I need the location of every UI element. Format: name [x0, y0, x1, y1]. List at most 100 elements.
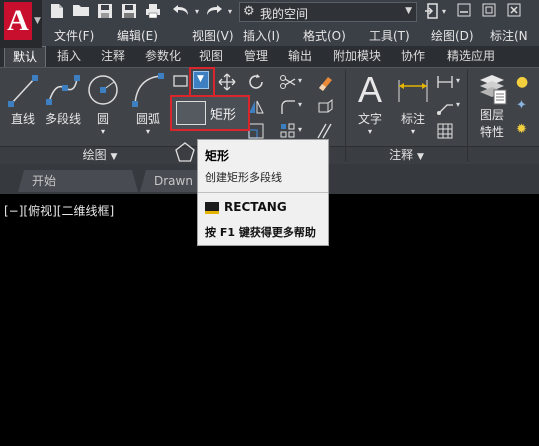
- circle-icon: [88, 75, 118, 105]
- redo-dropdown-icon[interactable]: ▾: [226, 3, 234, 21]
- layer-properties-button[interactable]: 图层 特性: [472, 72, 512, 140]
- rectangle-icon: [176, 101, 206, 125]
- tab-annotate[interactable]: 注释: [94, 46, 132, 67]
- fillet-icon[interactable]: [279, 98, 297, 116]
- workspace-dropdown[interactable]: ⚙ 我的空间 ▼: [239, 2, 417, 22]
- fillet-dropdown-icon[interactable]: ▾: [298, 100, 302, 109]
- menu-format[interactable]: 格式(O): [303, 27, 346, 44]
- tooltip: 矩形 创建矩形多段线 RECTANG 按 F1 键获得更多帮助: [197, 139, 329, 246]
- restore-icon[interactable]: [480, 3, 498, 21]
- tab-addins[interactable]: 附加模块: [326, 46, 388, 67]
- circle-button[interactable]: 圆 ▾: [86, 72, 120, 136]
- undo-icon[interactable]: [170, 3, 192, 21]
- menu-file[interactable]: 文件(F): [54, 27, 94, 44]
- undo-dropdown-icon[interactable]: ▾: [193, 3, 201, 21]
- share-icon[interactable]: [422, 3, 440, 21]
- arc-button[interactable]: 圆弧 ▾: [128, 72, 168, 136]
- tab-manage[interactable]: 管理: [237, 46, 275, 67]
- trim-dropdown-icon[interactable]: ▾: [298, 76, 302, 85]
- menu-insert[interactable]: 插入(I): [243, 27, 280, 44]
- menu-view[interactable]: 视图(V): [192, 27, 234, 44]
- layers-icon: [480, 75, 507, 105]
- chevron-down-icon[interactable]: ▾: [394, 127, 432, 136]
- leader-dropdown-icon[interactable]: ▾: [456, 100, 460, 109]
- linear-dimension-dropdown-icon[interactable]: ▾: [456, 76, 460, 85]
- draw-panel-footer[interactable]: 绘图 ▼: [0, 146, 200, 164]
- redo-icon[interactable]: [203, 3, 225, 21]
- layers-panel-footer[interactable]: [468, 146, 539, 164]
- layer-state-icon[interactable]: ✦: [516, 98, 527, 113]
- tab-view[interactable]: 视图: [193, 46, 229, 67]
- table-icon[interactable]: [436, 122, 454, 140]
- new-file-icon[interactable]: [48, 3, 66, 21]
- polygon-icon[interactable]: [172, 140, 198, 166]
- trim-icon[interactable]: [279, 73, 297, 91]
- array-icon[interactable]: [279, 122, 297, 140]
- print-icon[interactable]: [144, 3, 162, 21]
- tab-parametric[interactable]: 参数化: [138, 46, 188, 67]
- tooltip-help: 按 F1 键获得更多帮助: [205, 226, 316, 239]
- tooltip-title: 矩形: [205, 149, 230, 163]
- tab-featured-apps[interactable]: 精选应用: [440, 46, 502, 67]
- layer-freeze-icon[interactable]: ✹: [516, 122, 527, 137]
- explode-icon[interactable]: [316, 98, 334, 116]
- chevron-down-icon[interactable]: ▾: [128, 127, 168, 136]
- tab-start[interactable]: 开始: [18, 170, 138, 192]
- chevron-down-icon[interactable]: ▾: [352, 127, 388, 136]
- minimize-icon[interactable]: [455, 3, 473, 21]
- menu-edit[interactable]: 编辑(E): [117, 27, 158, 44]
- chevron-down-icon: ▼: [34, 16, 41, 26]
- polyline-button[interactable]: 多段线: [42, 72, 84, 127]
- tooltip-divider: [198, 192, 328, 193]
- arc-icon: [132, 73, 164, 107]
- line-button[interactable]: 直线: [6, 72, 40, 127]
- tab-collaborate[interactable]: 协作: [394, 46, 432, 67]
- command-line-icon: [205, 202, 219, 214]
- title-bar: ▾ ▾ ⚙ 我的空间 ▼ ▾: [0, 0, 539, 24]
- leader-icon[interactable]: [436, 98, 454, 116]
- tooltip-description: 创建矩形多段线: [205, 171, 282, 184]
- lightbulb-icon[interactable]: ●: [516, 74, 528, 90]
- annotation-panel-footer[interactable]: 注释 ▼: [346, 146, 467, 164]
- text-button[interactable]: A 文字 ▾: [352, 69, 388, 137]
- chevron-down-icon: ▼: [405, 6, 412, 16]
- tooltip-command: RECTANG: [224, 200, 287, 214]
- application-menu-button[interactable]: A ▼: [0, 0, 42, 48]
- offset-icon[interactable]: [316, 122, 334, 140]
- save-icon[interactable]: [96, 3, 114, 21]
- dimension-icon: [398, 80, 428, 102]
- rectangle-flyout-label: 矩形: [210, 108, 237, 123]
- move-icon[interactable]: [218, 73, 236, 91]
- tab-default[interactable]: 默认: [4, 46, 46, 67]
- menu-draw[interactable]: 绘图(D): [431, 27, 474, 44]
- linear-dimension-icon[interactable]: [436, 73, 454, 91]
- menu-bar: 文件(F) 编辑(E) 视图(V) 插入(I) 格式(O) 工具(T) 绘图(D…: [42, 24, 539, 46]
- save-as-icon[interactable]: [120, 3, 138, 21]
- text-a-icon: A: [357, 69, 382, 110]
- line-icon: [8, 75, 38, 107]
- dimension-button[interactable]: 标注 ▾: [394, 72, 432, 136]
- chevron-down-icon[interactable]: ▾: [86, 127, 120, 136]
- viewport-controls-label[interactable]: [−][俯视][二维线框]: [4, 202, 114, 219]
- workspace-label: 我的空间: [260, 7, 309, 21]
- rectangle-flyout-item[interactable]: 矩形: [170, 95, 250, 131]
- rotate-icon[interactable]: [247, 73, 265, 91]
- modify-panel-footer[interactable]: [330, 146, 345, 164]
- polyline-icon: [46, 75, 80, 105]
- erase-icon[interactable]: [316, 73, 334, 91]
- gear-icon: ⚙: [243, 4, 255, 19]
- autocad-logo-icon: A: [4, 2, 32, 40]
- chevron-down-icon: ▼: [416, 152, 424, 162]
- tab-insert[interactable]: 插入: [50, 46, 88, 67]
- ribbon-tab-bar: 默认 插入 注释 参数化 视图 管理 输出 附加模块 协作 精选应用: [0, 46, 539, 67]
- rectangle-dropdown-highlight: [189, 67, 215, 97]
- menu-tools[interactable]: 工具(T): [369, 27, 410, 44]
- tab-output[interactable]: 输出: [281, 46, 319, 67]
- chevron-down-icon: ▼: [110, 152, 118, 162]
- rectangle-small-icon[interactable]: [172, 72, 190, 90]
- share-dropdown-icon[interactable]: ▾: [440, 3, 448, 21]
- menu-dimension[interactable]: 标注(N: [490, 27, 528, 44]
- open-folder-icon[interactable]: [72, 3, 90, 21]
- close-icon[interactable]: [505, 3, 523, 21]
- array-dropdown-icon[interactable]: ▾: [298, 125, 302, 134]
